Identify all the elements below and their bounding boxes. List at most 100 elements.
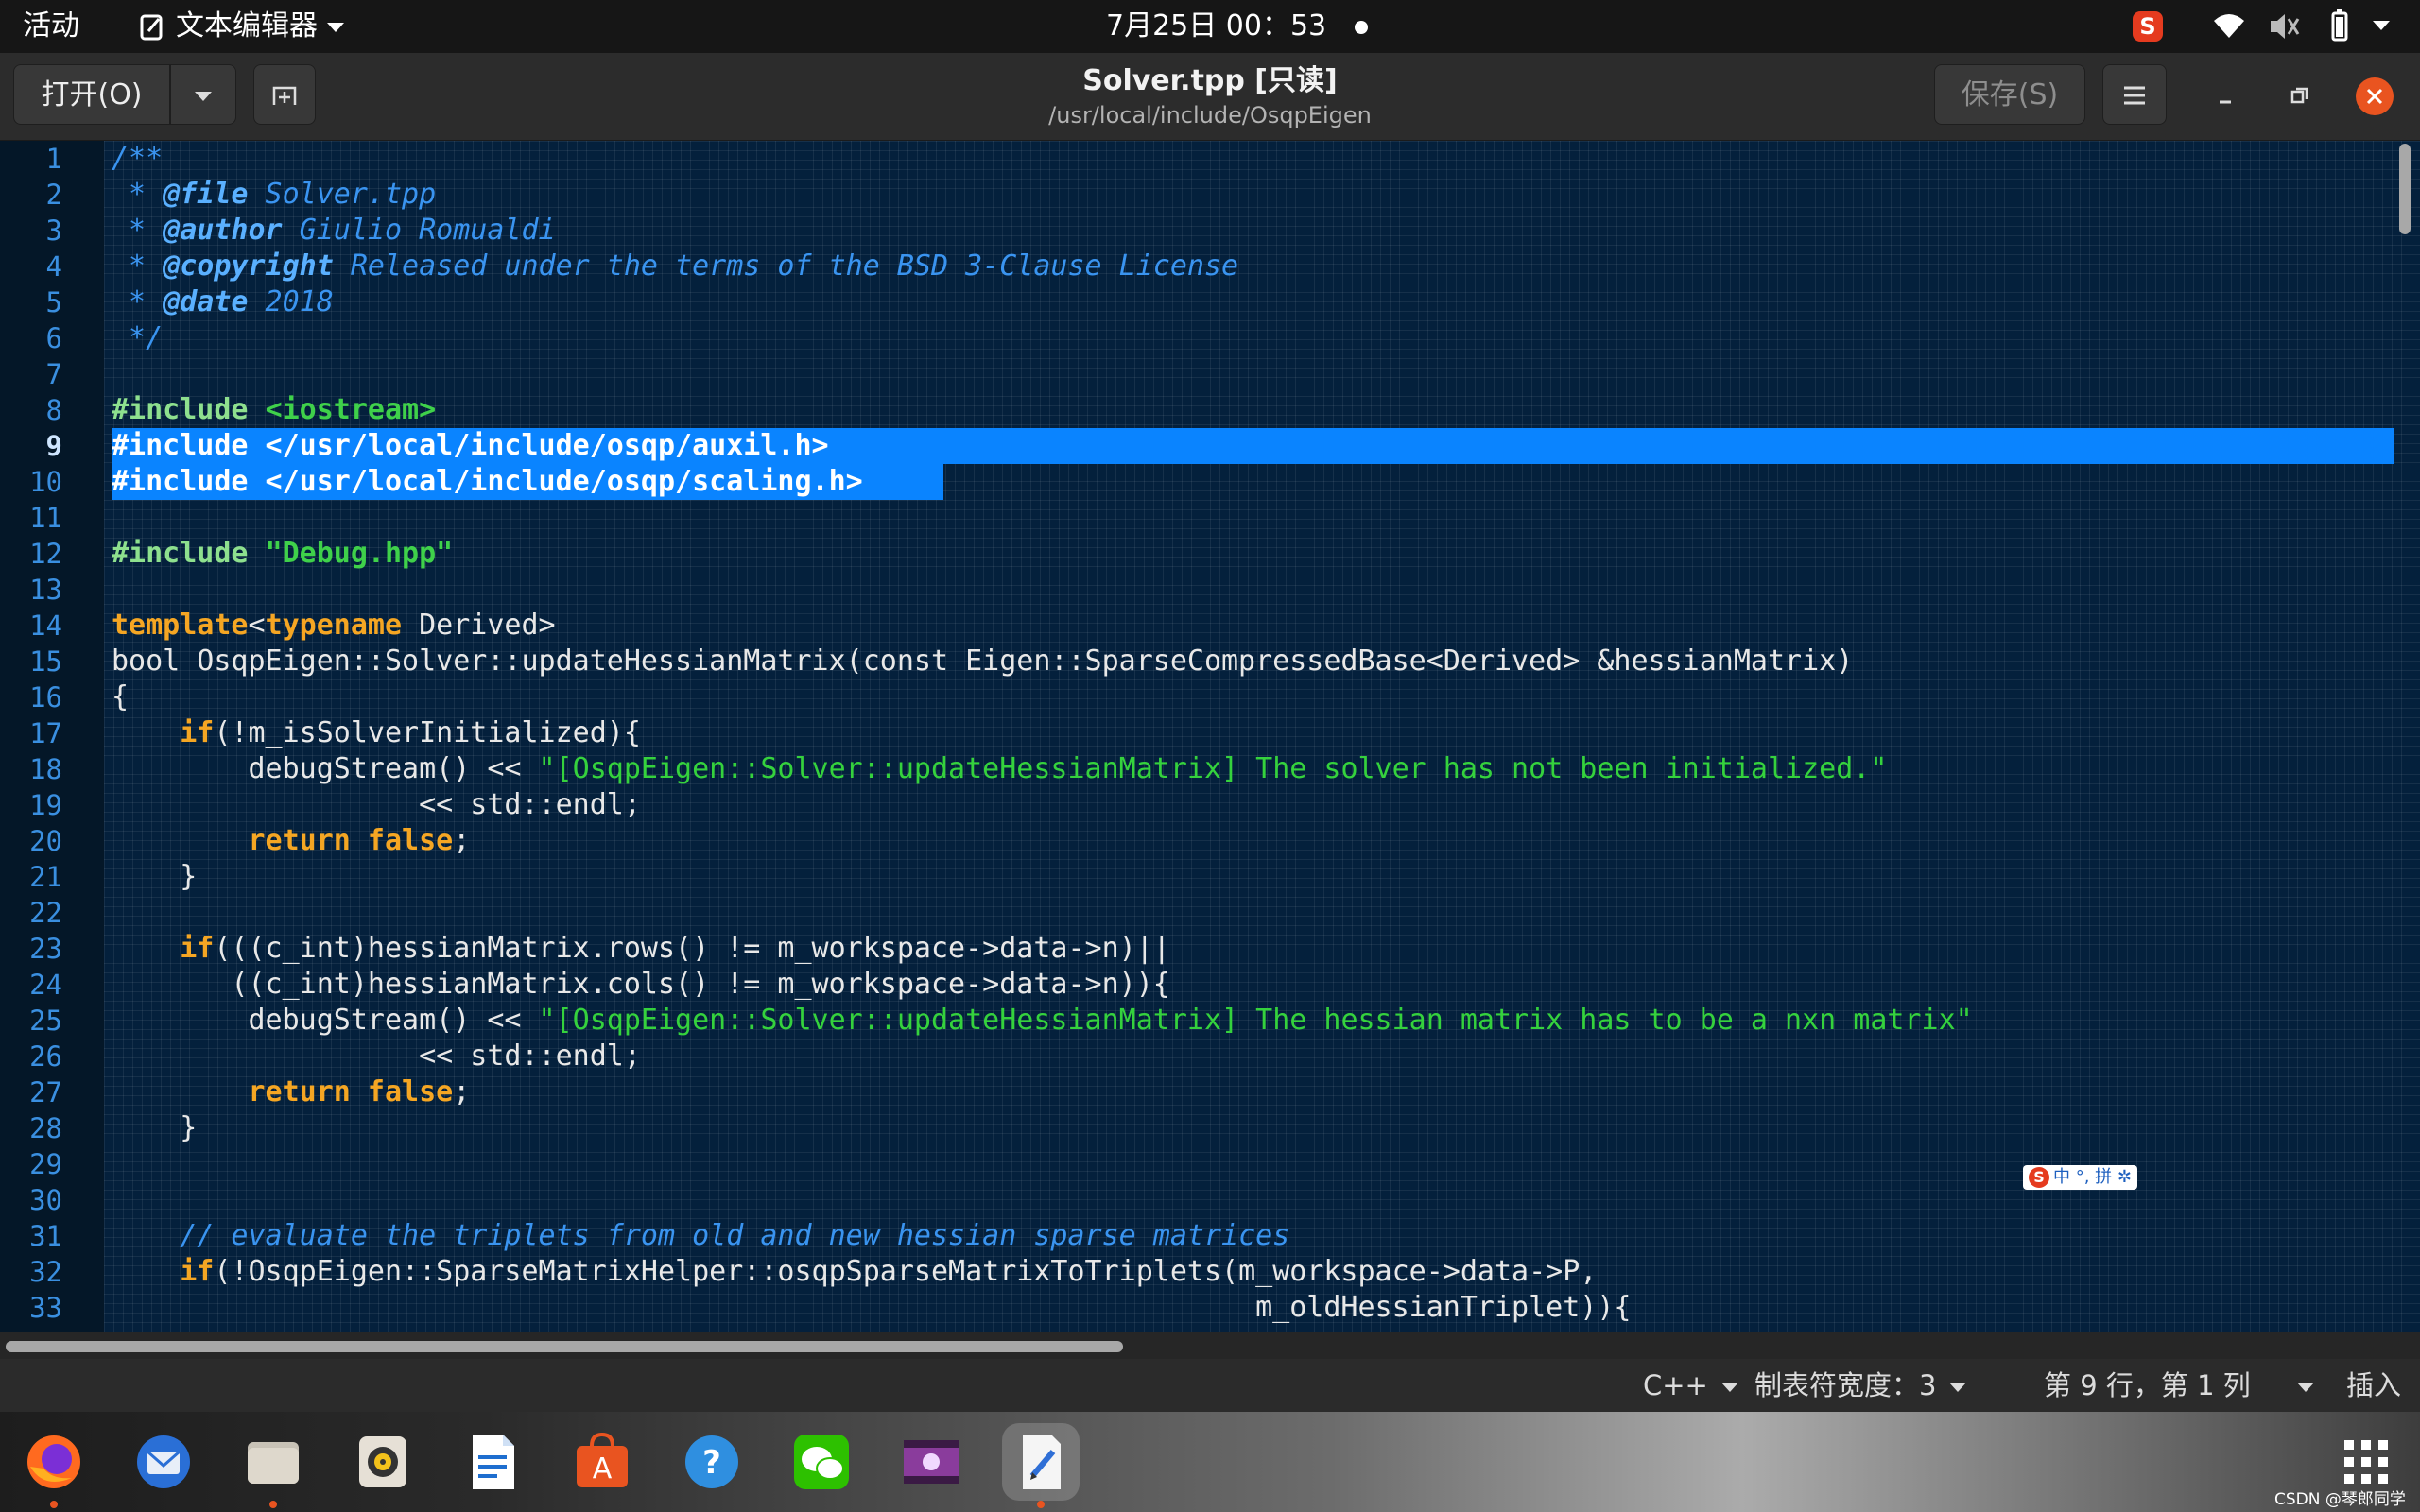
code-line[interactable]: /** — [112, 141, 163, 177]
code-line[interactable]: m_oldHessianTriplet)){ — [112, 1290, 1631, 1326]
code-line[interactable]: debugStream() << "[OsqpEigen::Solver::up… — [112, 751, 1887, 787]
code-line[interactable]: if(!OsqpEigen::SparseMatrixHelper::osqpS… — [112, 1254, 1597, 1290]
code-token: "[OsqpEigen::Solver::updateHessianMatrix… — [538, 1004, 1973, 1037]
dock-item-libreoffice-writer[interactable] — [454, 1423, 531, 1501]
open-menu-button[interactable] — [170, 64, 236, 125]
restore-icon — [2290, 87, 2308, 104]
code-line[interactable]: debugStream() << "[OsqpEigen::Solver::up… — [112, 1003, 1973, 1039]
minimize-button[interactable] — [2206, 77, 2244, 115]
line-number: 1 — [45, 143, 62, 175]
line-number: 11 — [29, 502, 62, 534]
line-number: 25 — [29, 1005, 62, 1037]
chevron-down-icon — [195, 91, 212, 101]
code-line[interactable]: #include </usr/local/include/osqp/auxil.… — [112, 428, 829, 464]
code-token: * — [112, 214, 164, 247]
app-menu[interactable]: 文本编辑器 — [140, 0, 344, 53]
code-line[interactable]: if(((c_int)hessianMatrix.rows() != m_wor… — [112, 931, 1170, 967]
volume-muted-icon[interactable] — [2267, 0, 2301, 53]
line-number-gutter: 1 2 3 4 5 6 7 8 9 10 11 12 13 14 15 16 17 18 19 20 21 22 23 24 2… — [0, 141, 104, 1332]
save-button[interactable]: 保存(S) — [1934, 64, 2085, 125]
vertical-scrollbar[interactable] — [2399, 144, 2411, 234]
dock-item-help[interactable]: ? — [673, 1423, 751, 1501]
line-number: 12 — [29, 538, 62, 570]
insert-mode-indicator[interactable]: 插入 — [2346, 1359, 2401, 1412]
dock-item-wechat[interactable] — [783, 1423, 860, 1501]
cursor-position-chevron-icon[interactable] — [2284, 1359, 2314, 1412]
code-token: */ — [112, 321, 164, 354]
restore-button[interactable] — [2280, 77, 2318, 115]
code-line[interactable]: * @copyright Released under the terms of… — [112, 249, 1238, 284]
main-menu-button[interactable] — [2102, 64, 2167, 125]
dock-item-files[interactable] — [234, 1423, 312, 1501]
system-menu-chevron-icon[interactable] — [2373, 21, 2390, 30]
chevron-down-icon — [1949, 1383, 1967, 1392]
code-line[interactable]: * @file Solver.tpp — [112, 177, 436, 213]
show-applications-button[interactable] — [2344, 1440, 2390, 1486]
tab-width-selector[interactable]: 制表符宽度：3 — [1754, 1359, 1967, 1412]
language-selector[interactable]: C++ — [1643, 1359, 1738, 1412]
language-label: C++ — [1643, 1369, 1708, 1401]
text-editor-area[interactable]: 1 2 3 4 5 6 7 8 9 10 11 12 13 14 15 16 17 18 19 20 21 22 23 24 2… — [0, 141, 2420, 1332]
dock-item-thunderbird[interactable] — [125, 1423, 202, 1501]
code-view[interactable]: /** * @file Solver.tpp * @author Giulio … — [112, 141, 2394, 1332]
dock-item-rhythmbox[interactable] — [344, 1423, 422, 1501]
rhythmbox-icon — [359, 1436, 406, 1487]
ime-floating-toolbar[interactable]: S中 °, 拼 ✲ — [2023, 1165, 2137, 1190]
new-tab-button[interactable] — [253, 64, 316, 125]
code-token: @copyright — [163, 249, 334, 283]
code-token: @date — [163, 285, 249, 318]
dock-item-software-center[interactable]: A — [563, 1423, 641, 1501]
grid-dot-icon — [2344, 1457, 2354, 1467]
dock-item-text-editor[interactable] — [1002, 1423, 1080, 1501]
code-line[interactable]: if(!m_isSolverInitialized){ — [112, 715, 641, 751]
document-path: /usr/local/include/OsqpEigen — [1048, 102, 1372, 129]
code-line[interactable]: // evaluate the triplets from old and ne… — [112, 1218, 1289, 1254]
line-number: 20 — [29, 825, 62, 857]
open-button[interactable]: 打开(O) — [13, 64, 170, 125]
cursor-position[interactable]: 第 9 行，第 1 列 — [2044, 1359, 2251, 1412]
code-line[interactable]: return false; — [112, 1074, 471, 1110]
line-number: 2 — [45, 179, 62, 211]
code-token: "[OsqpEigen::Solver::updateHessianMatrix… — [538, 752, 1888, 785]
code-token: ((c_int)hessianMatrix.cols() != m_worksp… — [112, 968, 1170, 1001]
ime-tray-icon[interactable]: S — [2133, 11, 2163, 42]
clock[interactable]: 7月25日 00：53 — [1106, 0, 1369, 53]
wifi-icon[interactable] — [2212, 0, 2246, 53]
new-tab-icon — [272, 86, 297, 105]
code-line[interactable]: * @date 2018 — [112, 284, 334, 320]
code-token: debugStream() << — [112, 752, 539, 785]
code-line[interactable]: bool OsqpEigen::Solver::updateHessianMat… — [112, 644, 1853, 679]
line-number: 27 — [29, 1076, 62, 1108]
code-token: { — [112, 680, 130, 713]
code-line[interactable]: */ — [112, 320, 163, 356]
code-line[interactable]: * @author Giulio Romualdi — [112, 213, 556, 249]
code-token: "Debug.hpp" — [265, 537, 454, 570]
horizontal-scrollbar[interactable] — [6, 1341, 1123, 1352]
top-bar: 活动 文本编辑器 7月25日 00：53 S — [0, 0, 2420, 53]
activities-button[interactable]: 活动 — [23, 0, 79, 53]
code-line[interactable]: << std::endl; — [112, 787, 641, 823]
code-line[interactable]: #include </usr/local/include/osqp/scalin… — [112, 464, 863, 500]
code-token: Derived> — [402, 609, 556, 642]
code-token: @file — [163, 178, 249, 211]
dock-item-firefox[interactable] — [15, 1423, 93, 1501]
dock-item-video[interactable] — [892, 1423, 970, 1501]
code-line[interactable]: #include <iostream> — [112, 392, 436, 428]
code-line[interactable]: { — [112, 679, 129, 715]
line-number: 5 — [45, 286, 62, 318]
code-line[interactable]: } — [112, 1110, 197, 1146]
code-line[interactable]: ((c_int)hessianMatrix.cols() != m_worksp… — [112, 967, 1170, 1003]
close-button[interactable] — [2356, 77, 2394, 115]
line-number: 33 — [29, 1292, 62, 1324]
code-line[interactable]: template<typename Derived> — [112, 608, 556, 644]
hamburger-menu-icon — [2124, 86, 2145, 105]
line-number: 32 — [29, 1256, 62, 1288]
code-line[interactable]: << std::endl; — [112, 1039, 641, 1074]
code-line[interactable]: } — [112, 859, 197, 895]
notification-dot-icon — [1355, 20, 1369, 34]
battery-icon[interactable] — [2327, 0, 2350, 53]
code-line[interactable]: return false; — [112, 823, 471, 859]
code-line[interactable]: #include "Debug.hpp" — [112, 536, 453, 572]
